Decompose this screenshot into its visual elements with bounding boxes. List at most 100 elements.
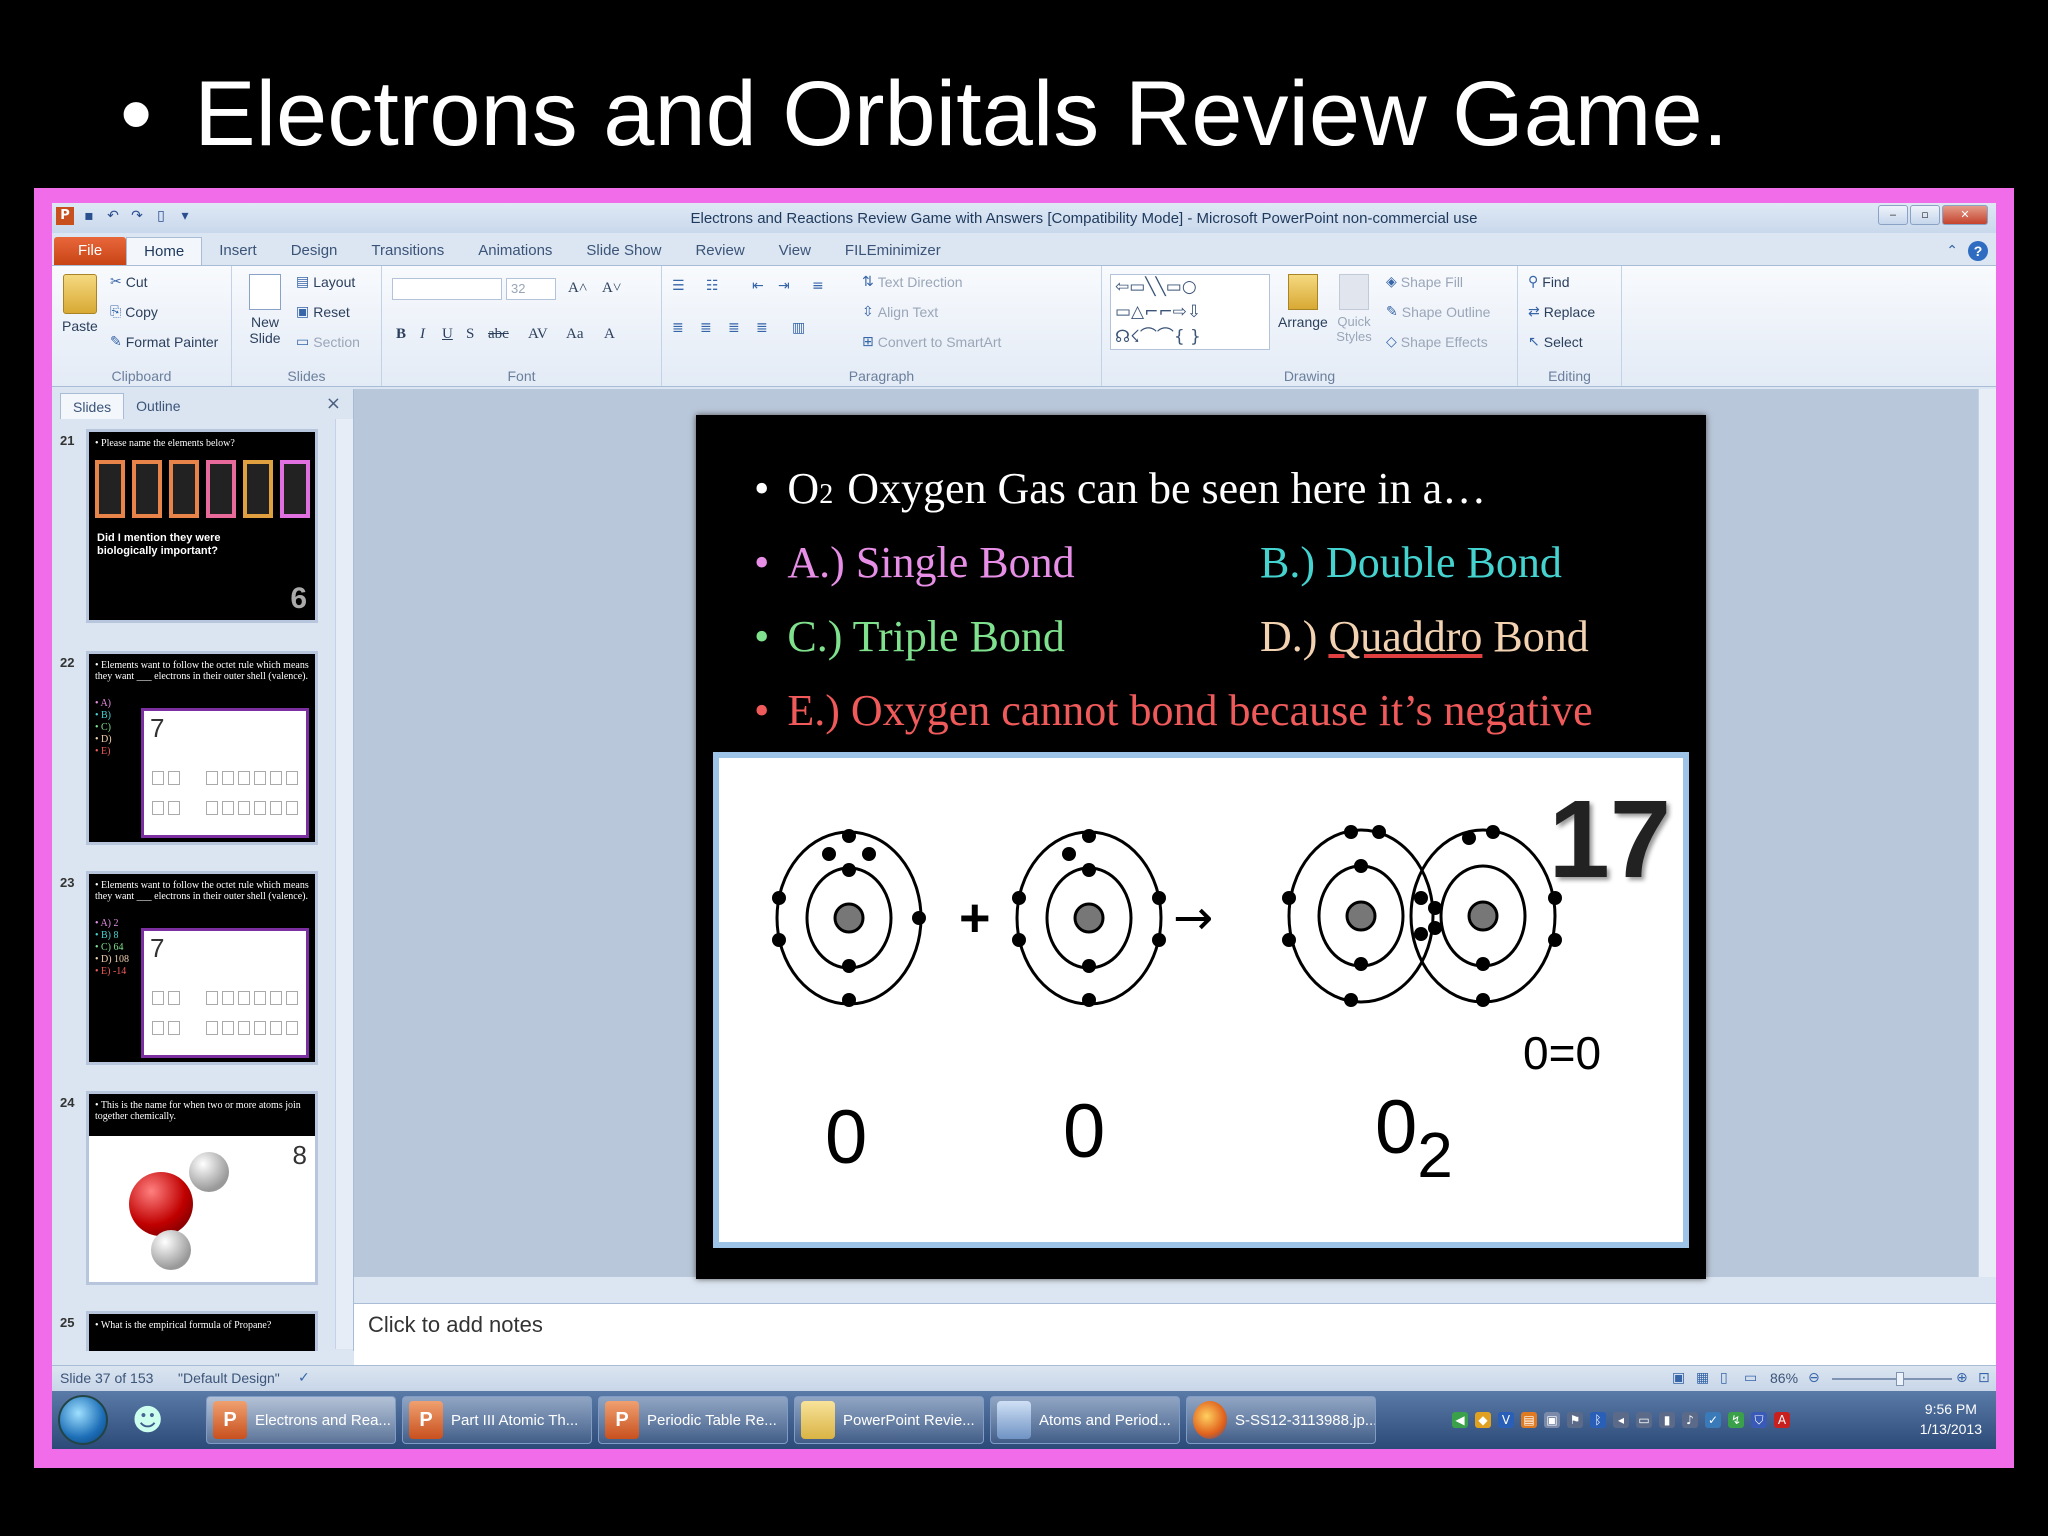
answer-a[interactable]: • A.) Single Bond <box>754 537 1075 588</box>
bluetooth-icon[interactable]: ᛒ <box>1590 1412 1606 1428</box>
spellcheck-icon[interactable]: ✓ <box>298 1370 310 1386</box>
zoom-out-icon[interactable]: ⊖ <box>1808 1370 1820 1386</box>
shadow-button[interactable]: S <box>466 326 474 343</box>
cut-button[interactable]: ✂ Cut <box>110 274 148 290</box>
answer-e[interactable]: • E.) Oxygen cannot bond because it’s neg… <box>754 685 1593 736</box>
tab-transitions[interactable]: Transitions <box>354 237 461 265</box>
reset-button[interactable]: ▣ Reset <box>296 304 350 320</box>
slide-thumbnail-25[interactable]: • What is the empirical formula of Propa… <box>86 1311 318 1351</box>
line-spacing-button[interactable]: ≡ <box>812 278 824 294</box>
tray-app-icon[interactable]: ↯ <box>1728 1412 1744 1428</box>
copy-button[interactable]: ⎘ Copy <box>110 304 158 320</box>
oxygen-bond-diagram[interactable]: + → 17 0=0 0 0 02 <box>713 752 1689 1248</box>
tab-animations[interactable]: Animations <box>461 237 569 265</box>
tab-insert[interactable]: Insert <box>202 237 274 265</box>
spacing-button[interactable]: AV <box>528 326 548 343</box>
answer-b[interactable]: B.) Double Bond <box>1260 537 1562 588</box>
slide-sorter-icon[interactable]: ▦ <box>1696 1370 1709 1386</box>
strikethrough-button[interactable]: abc <box>488 326 509 343</box>
align-left-button[interactable]: ≣ <box>672 320 684 336</box>
font-color-button[interactable]: A <box>604 326 615 343</box>
paint-icon[interactable]: ☻ <box>132 1403 163 1438</box>
pane-scrollbar[interactable] <box>335 419 353 1349</box>
network-icon[interactable]: ◂ <box>1613 1412 1629 1428</box>
section-button[interactable]: ▭ Section <box>296 334 360 350</box>
align-center-button[interactable]: ≣ <box>700 320 712 336</box>
font-size-box[interactable]: 32 <box>506 278 556 300</box>
normal-view-icon[interactable]: ▣ <box>1672 1370 1685 1386</box>
tray-app-icon[interactable]: ✓ <box>1705 1412 1721 1428</box>
quick-styles-button[interactable]: Quick Styles <box>1334 274 1374 344</box>
shrink-font-button[interactable]: A˅ <box>602 280 621 297</box>
select-button[interactable]: ↖ Select <box>1528 334 1583 350</box>
tray-app-icon[interactable]: V <box>1498 1412 1514 1428</box>
font-name-box[interactable] <box>392 278 502 300</box>
columns-button[interactable]: ▥ <box>792 320 805 336</box>
battery-icon[interactable]: ▮ <box>1659 1412 1675 1428</box>
text-direction-button[interactable]: ⇅ Text Direction <box>862 274 963 290</box>
italic-button[interactable]: I <box>420 326 425 343</box>
zoom-slider[interactable] <box>1832 1372 1952 1386</box>
start-button[interactable] <box>58 1395 108 1445</box>
slide-thumbnail-23[interactable]: • Elements want to follow the octet rule… <box>86 871 318 1065</box>
zoom-thumb[interactable] <box>1896 1372 1904 1386</box>
slide-show-icon[interactable]: ▭ <box>1744 1370 1757 1386</box>
taskbar-item-folder[interactable]: PowerPoint Revie... <box>794 1396 984 1444</box>
convert-smartart-button[interactable]: ⊞ Convert to SmartArt <box>862 334 1001 350</box>
answer-c[interactable]: • C.) Triple Bond <box>754 611 1065 662</box>
find-button[interactable]: ⚲ Find <box>1528 274 1570 290</box>
increase-indent-button[interactable]: ⇥ <box>778 278 790 294</box>
maximize-button[interactable]: ▫ <box>1910 205 1940 225</box>
close-button[interactable]: ✕ <box>1942 205 1988 225</box>
answer-d[interactable]: D.) Quaddro Bond <box>1260 611 1589 662</box>
volume-icon[interactable]: ♪ <box>1682 1412 1698 1428</box>
taskbar-item-powerpoint-3[interactable]: P Periodic Table Re... <box>598 1396 788 1444</box>
shield-icon[interactable]: ⛉ <box>1751 1412 1767 1428</box>
shape-outline-button[interactable]: ✎ Shape Outline <box>1386 304 1490 320</box>
display-icon[interactable]: ▭ <box>1636 1412 1652 1428</box>
zoom-level[interactable]: 86% <box>1770 1370 1798 1386</box>
taskbar-item-explorer[interactable]: Atoms and Period... <box>990 1396 1180 1444</box>
current-slide[interactable]: • O2 Oxygen Gas can be seen here in a… • A.… <box>696 415 1706 1279</box>
numbering-button[interactable]: ☷ <box>706 278 719 294</box>
slide-thumbnail-22[interactable]: • Elements want to follow the octet rule… <box>86 651 318 845</box>
taskbar-item-firefox[interactable]: S-SS12-3113988.jp... <box>1186 1396 1376 1444</box>
tray-app-icon[interactable]: ◀ <box>1452 1412 1468 1428</box>
decrease-indent-button[interactable]: ⇤ <box>752 278 764 294</box>
shape-effects-button[interactable]: ◇ Shape Effects <box>1386 334 1488 350</box>
tab-view[interactable]: View <box>762 237 828 265</box>
tab-slides[interactable]: Slides <box>60 393 125 419</box>
reading-view-icon[interactable]: ▯ <box>1720 1370 1728 1386</box>
taskbar-item-powerpoint-2[interactable]: P Part III Atomic Th... <box>402 1396 592 1444</box>
tab-slide-show[interactable]: Slide Show <box>569 237 678 265</box>
replace-button[interactable]: ⇄ Replace <box>1528 304 1595 320</box>
tab-design[interactable]: Design <box>274 237 355 265</box>
slide-thumbnail-24[interactable]: • This is the name for when two or more … <box>86 1091 318 1285</box>
tab-fileminimizer[interactable]: FILEminimizer <box>828 237 958 265</box>
acrobat-icon[interactable]: A <box>1774 1412 1790 1428</box>
new-slide-button[interactable]: New Slide <box>240 274 290 346</box>
shape-fill-button[interactable]: ◈ Shape Fill <box>1386 274 1463 290</box>
vertical-scrollbar[interactable] <box>1978 389 1996 1277</box>
arrange-button[interactable]: Arrange <box>1278 274 1328 330</box>
tray-app-icon[interactable]: ▣ <box>1544 1412 1560 1428</box>
grow-font-button[interactable]: A˄ <box>568 280 587 297</box>
tab-file[interactable]: File <box>54 237 127 265</box>
taskbar-item-powerpoint-1[interactable]: P Electrons and Rea... <box>206 1396 396 1444</box>
tray-app-icon[interactable]: ▤ <box>1521 1412 1537 1428</box>
underline-button[interactable]: U <box>442 326 453 343</box>
system-clock[interactable]: 9:56 PM 1/13/2013 <box>1920 1399 1982 1439</box>
fit-slide-icon[interactable]: ⊡ <box>1978 1370 1990 1386</box>
minimize-ribbon-icon[interactable]: ⌃ <box>1946 243 1958 259</box>
close-pane-icon[interactable]: × <box>326 393 341 414</box>
bullets-button[interactable]: ☰ <box>672 278 685 294</box>
slide-thumbnail-21[interactable]: • Please name the elements below? Did I … <box>86 429 318 623</box>
layout-button[interactable]: ▤ Layout <box>296 274 355 290</box>
tab-outline[interactable]: Outline <box>124 393 192 419</box>
zoom-in-icon[interactable]: ⊕ <box>1956 1370 1968 1386</box>
bold-button[interactable]: B <box>396 326 406 343</box>
tab-home[interactable]: Home <box>126 237 203 265</box>
tab-review[interactable]: Review <box>678 237 761 265</box>
align-text-button[interactable]: ⇳ Align Text <box>862 304 938 320</box>
shapes-gallery[interactable]: ⇦▭╲╲▭○ ▭△⌐⌐⇨⇩ ☊☇⌒⌒{ } <box>1110 274 1270 350</box>
